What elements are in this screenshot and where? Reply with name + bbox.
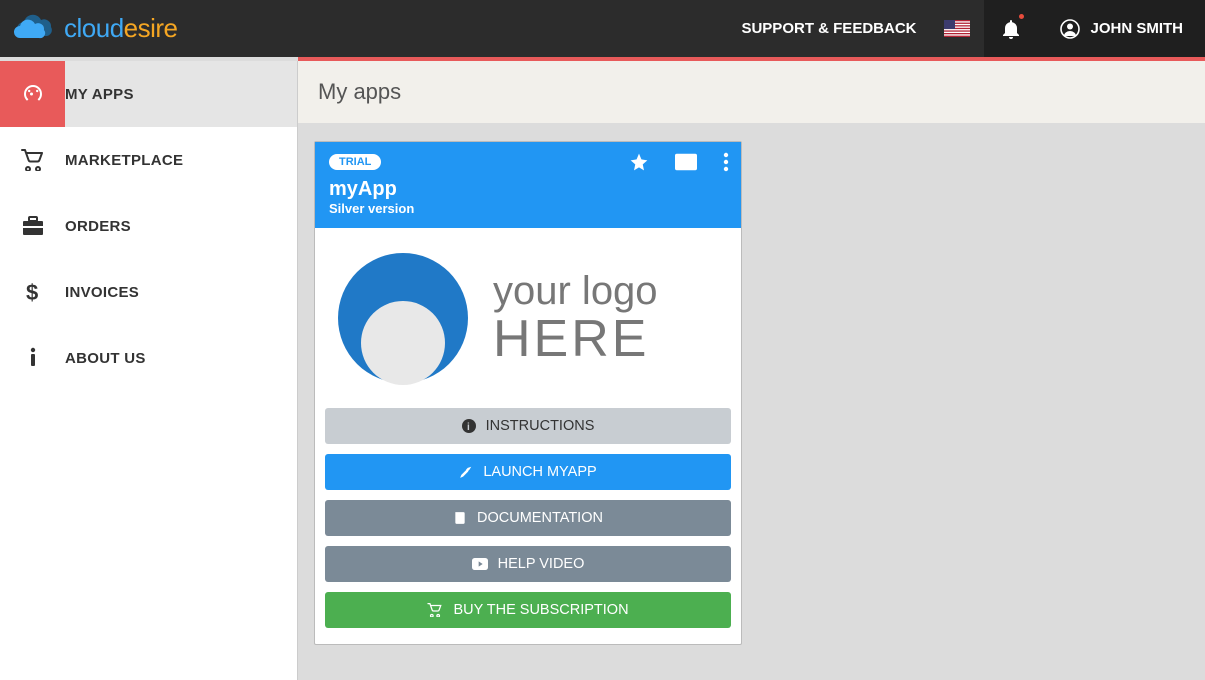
sidebar-item-marketplace[interactable]: MARKETPLACE <box>0 127 297 193</box>
svg-text:i: i <box>467 422 470 433</box>
sidebar-item-label: MY APPS <box>65 86 134 103</box>
user-name-label: JOHN SMITH <box>1090 20 1183 37</box>
sidebar-item-label: MARKETPLACE <box>65 152 183 169</box>
help-video-button[interactable]: HELP VIDEO <box>325 546 731 582</box>
sidebar: MY APPS MARKETPLACE ORDERS $ INVOICES AB… <box>0 61 298 680</box>
brand-logo[interactable]: cloudesire <box>12 13 178 44</box>
dashboard-icon <box>0 61 65 127</box>
bell-icon <box>1002 19 1020 39</box>
notifications-button[interactable] <box>984 0 1038 57</box>
sidebar-item-label: ABOUT US <box>65 350 146 367</box>
app-card: TRIAL myApp Silver version <box>314 141 742 645</box>
documentation-button[interactable]: DOCUMENTATION <box>325 500 731 536</box>
star-icon[interactable] <box>629 152 649 172</box>
more-vert-icon[interactable] <box>723 152 729 172</box>
launch-button[interactable]: LAUNCH MYAPP <box>325 454 731 490</box>
placeholder-circle-icon <box>333 248 473 388</box>
cart-icon <box>0 149 65 171</box>
app-logo-placeholder: your logo HERE <box>325 238 731 398</box>
cart-icon <box>427 603 443 617</box>
rocket-icon <box>459 465 473 479</box>
sidebar-item-label: ORDERS <box>65 218 131 235</box>
support-feedback-link[interactable]: SUPPORT & FEEDBACK <box>727 0 930 57</box>
mail-icon[interactable] <box>675 153 697 171</box>
placeholder-text-line1: your logo <box>493 270 658 312</box>
trial-badge: TRIAL <box>329 154 381 170</box>
main-content: My apps TRIAL myApp Silver version <box>298 61 1205 680</box>
sidebar-item-label: INVOICES <box>65 284 139 301</box>
dollar-icon: $ <box>0 280 65 304</box>
cloud-icon <box>12 14 58 44</box>
svg-text:$: $ <box>26 280 38 304</box>
brand-text: cloudesire <box>64 13 178 44</box>
briefcase-icon <box>0 215 65 237</box>
instructions-button[interactable]: i INSTRUCTIONS <box>325 408 731 444</box>
language-selector[interactable] <box>930 0 984 57</box>
sidebar-item-about-us[interactable]: ABOUT US <box>0 325 297 391</box>
notification-dot-icon <box>1019 14 1024 19</box>
sidebar-item-orders[interactable]: ORDERS <box>0 193 297 259</box>
page-title: My apps <box>298 61 1205 123</box>
app-card-header: TRIAL myApp Silver version <box>315 142 741 228</box>
user-avatar-icon <box>1060 19 1080 39</box>
sidebar-item-invoices[interactable]: $ INVOICES <box>0 259 297 325</box>
flag-us-icon <box>944 20 970 37</box>
top-bar: cloudesire SUPPORT & FEEDBACK JOHN SMITH <box>0 0 1205 57</box>
video-icon <box>472 558 488 570</box>
info-circle-icon: i <box>462 419 476 433</box>
book-icon <box>453 511 467 525</box>
app-name: myApp <box>329 178 727 201</box>
buy-subscription-button[interactable]: BUY THE SUBSCRIPTION <box>325 592 731 628</box>
info-icon <box>0 346 65 370</box>
user-menu[interactable]: JOHN SMITH <box>1038 0 1205 57</box>
placeholder-text-line2: HERE <box>493 312 658 367</box>
app-version: Silver version <box>329 201 727 216</box>
sidebar-item-my-apps[interactable]: MY APPS <box>0 61 297 127</box>
